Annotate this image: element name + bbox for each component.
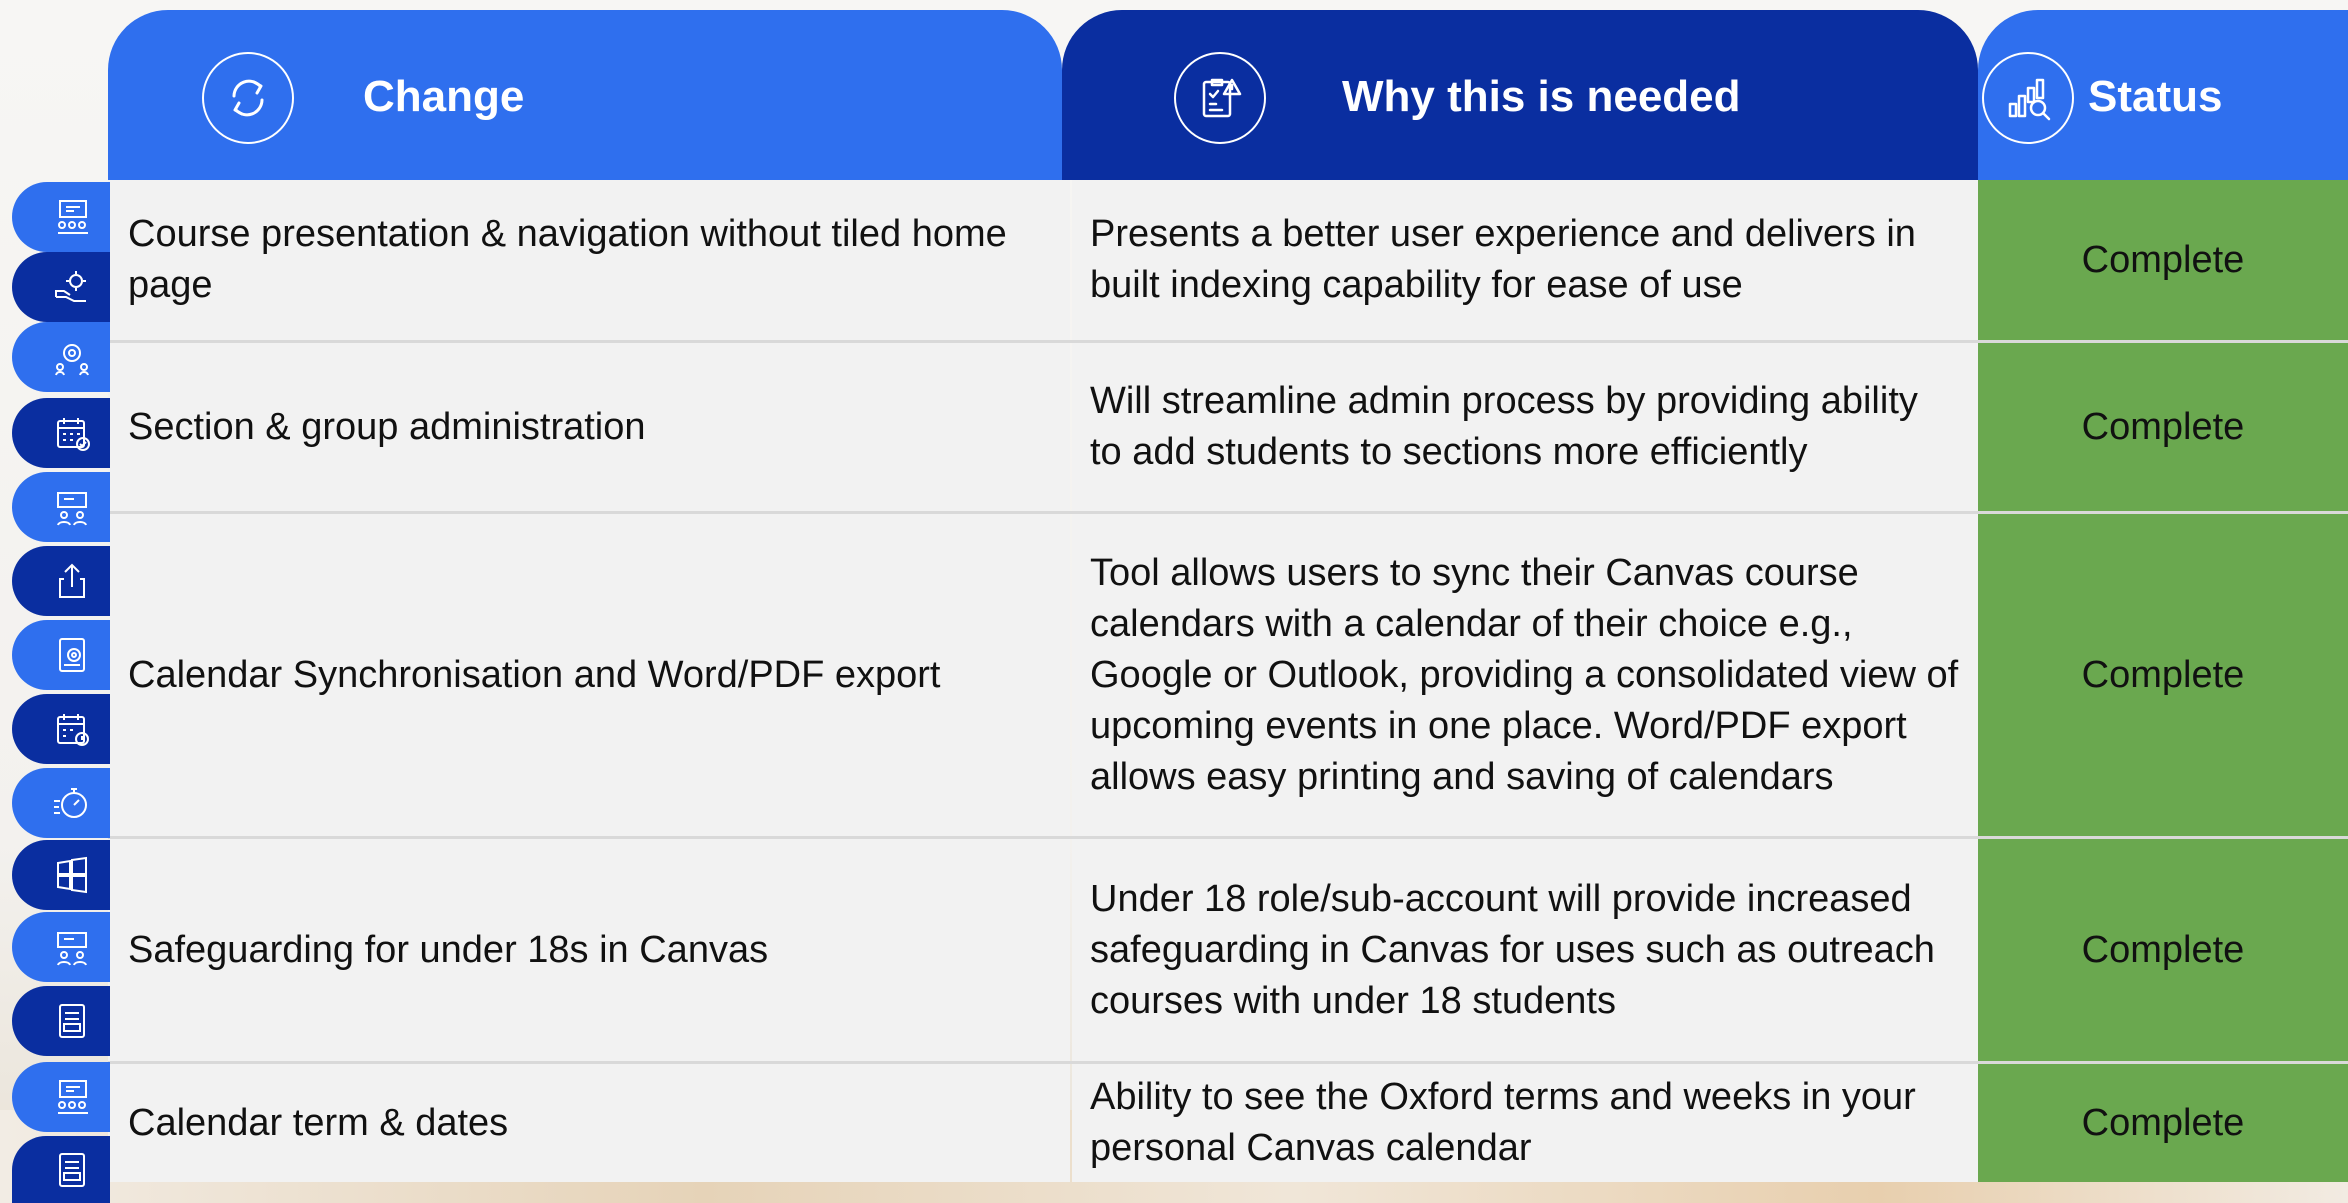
- why-cell: Presents a better user experience and de…: [1072, 180, 1978, 340]
- status-cell: Complete: [1978, 514, 2348, 836]
- why-cell: Ability to see the Oxford terms and week…: [1072, 1064, 1978, 1182]
- header-change: Change: [108, 10, 1062, 180]
- presentation-people-icon: [12, 472, 110, 542]
- status-cell: Complete: [1978, 839, 2348, 1061]
- table-row: Calendar term & dates Ability to see the…: [108, 1064, 2348, 1182]
- share-upload-icon: [12, 546, 110, 616]
- status-cell: Complete: [1978, 1064, 2348, 1182]
- presentation-board-icon: [12, 182, 110, 252]
- status-cell: Complete: [1978, 180, 2348, 340]
- windows-grid-icon: [12, 840, 110, 910]
- table-row: Calendar Synchronisation and Word/PDF ex…: [108, 514, 2348, 836]
- change-cell: Safeguarding for under 18s in Canvas: [108, 839, 1070, 1061]
- team-gear-icon: [12, 322, 110, 392]
- why-cell: Will streamline admin process by providi…: [1072, 343, 1978, 511]
- table-row: Course presentation & navigation without…: [108, 180, 2348, 340]
- header-status: Status: [1978, 10, 2348, 180]
- table-row: Section & group administration Will stre…: [108, 343, 2348, 511]
- change-cell: Calendar Synchronisation and Word/PDF ex…: [108, 514, 1070, 836]
- header-status-title: Status: [2088, 72, 2223, 121]
- bar-chart-search-icon: [1982, 52, 2074, 144]
- document-settings-icon: [12, 620, 110, 690]
- change-cell: Course presentation & navigation without…: [108, 180, 1070, 340]
- stopwatch-icon: [12, 768, 110, 838]
- why-cell: Tool allows users to sync their Canvas c…: [1072, 514, 1978, 836]
- hand-gear-icon: [12, 252, 110, 322]
- clipboard-alert-icon: [1174, 52, 1266, 144]
- presentation-board-icon: [12, 1062, 110, 1132]
- change-cell: Section & group administration: [108, 343, 1070, 511]
- header-why-title: Why this is needed: [1342, 72, 1741, 121]
- table-row: Safeguarding for under 18s in Canvas Und…: [108, 839, 2348, 1061]
- calendar-check-icon: [12, 398, 110, 468]
- sync-arrows-icon: [202, 52, 294, 144]
- document-list-icon: [12, 986, 110, 1056]
- status-cell: Complete: [1978, 343, 2348, 511]
- header-why: Why this is needed: [1062, 10, 1978, 180]
- why-cell: Under 18 role/sub-account will provide i…: [1072, 839, 1978, 1061]
- calendar-clock-icon: [12, 694, 110, 764]
- change-cell: Calendar term & dates: [108, 1064, 1070, 1182]
- header-change-title: Change: [363, 72, 525, 121]
- document-list-icon: [12, 1136, 110, 1203]
- presentation-people-icon: [12, 912, 110, 982]
